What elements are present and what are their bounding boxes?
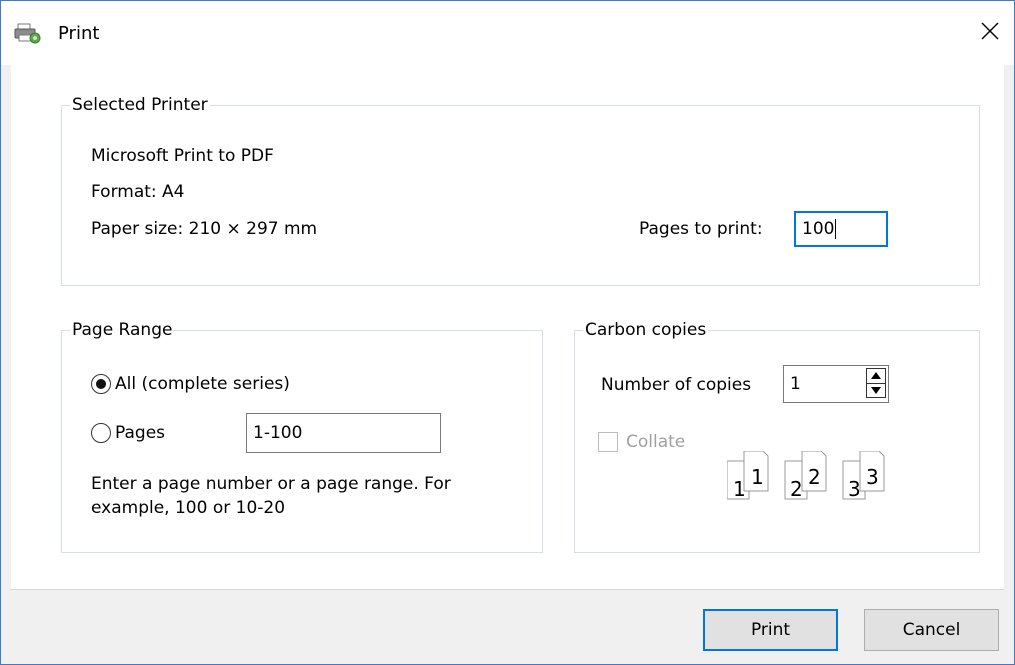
spin-down-button[interactable]: [867, 384, 885, 398]
page-range-input[interactable]: 1-100: [246, 413, 441, 453]
collate-page-stack-3: 3 3: [842, 451, 885, 501]
printer-name: Microsoft Print to PDF: [91, 146, 274, 166]
collate-page-label: 3: [866, 465, 879, 489]
carbon-copies-group: Carbon copies Number of copies 1 Collate: [574, 319, 980, 553]
collate-checkbox[interactable]: [598, 432, 618, 452]
radio-all[interactable]: [91, 374, 111, 394]
radio-all-label[interactable]: All (complete series): [115, 373, 290, 395]
collate-page-stack-1: 1 1: [727, 451, 769, 501]
pages-to-print-value: 100: [802, 219, 835, 239]
selected-printer-legend: Selected Printer: [70, 94, 210, 116]
close-icon: [981, 22, 999, 45]
paper-size: Paper size: 210 × 297 mm: [91, 219, 318, 239]
text-caret: [835, 219, 837, 239]
collate-page-label: 3: [848, 477, 861, 501]
pages-to-print-label: Pages to print:: [639, 219, 763, 239]
collate-page-label: 2: [808, 465, 821, 489]
number-of-copies-label: Number of copies: [601, 375, 752, 395]
radio-pages[interactable]: [91, 423, 111, 443]
close-button[interactable]: [966, 1, 1014, 65]
collate-page-label: 2: [790, 477, 803, 501]
collate-page-stack-2: 2 2: [784, 451, 827, 501]
print-button[interactable]: Print: [703, 609, 838, 651]
collate-illustration: 1 1 2 2 3 3: [727, 451, 885, 501]
title-bar: Print: [1, 1, 1014, 65]
page-range-legend: Page Range: [70, 319, 175, 341]
pages-to-print-input[interactable]: 100: [794, 211, 888, 247]
page-range-hint-line1: Enter a page number or a page range. For: [91, 474, 451, 494]
page-range-value: 1-100: [253, 423, 303, 443]
radio-pages-label[interactable]: Pages: [115, 422, 165, 444]
carbon-copies-legend: Carbon copies: [583, 319, 709, 341]
spin-up-button[interactable]: [867, 369, 885, 384]
printer-icon: [14, 23, 42, 45]
number-of-copies-value: 1: [790, 374, 801, 394]
collate-page-label: 1: [751, 465, 764, 489]
dialog-content: Selected Printer Microsoft Print to PDF …: [11, 65, 1004, 590]
selected-printer-group: Selected Printer Microsoft Print to PDF …: [61, 94, 980, 286]
page-range-group: Page Range All (complete series) Pages 1…: [61, 319, 543, 553]
page-range-hint-line2: example, 100 or 10-20: [91, 498, 286, 518]
collate-label[interactable]: Collate: [626, 431, 685, 453]
print-dialog: Print Selected Printer Microsoft Print t…: [0, 0, 1015, 665]
window-title: Print: [58, 23, 100, 44]
collate-page-label: 1: [733, 477, 746, 501]
paper-format: Format: A4: [91, 182, 185, 202]
copies-spinner[interactable]: [866, 368, 886, 398]
number-of-copies-input[interactable]: 1: [783, 365, 889, 403]
cancel-button[interactable]: Cancel: [864, 609, 999, 651]
